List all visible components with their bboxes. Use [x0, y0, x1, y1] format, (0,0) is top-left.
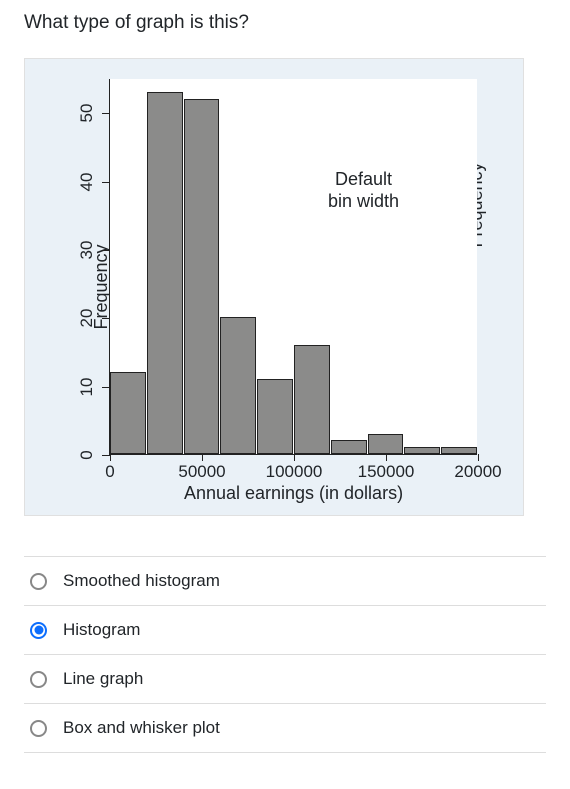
histogram-bar [404, 447, 440, 454]
option-label: Box and whisker plot [63, 718, 220, 738]
histogram-bar [220, 317, 256, 454]
option-row[interactable]: Histogram [24, 606, 546, 655]
histogram-bar [294, 345, 330, 454]
x-tick-label: 100000 [266, 462, 323, 482]
histogram-bar [184, 99, 220, 454]
x-axis-label: Annual earnings (in dollars) [184, 483, 403, 504]
plot-area: Default bin width 01020304050 0500001000… [109, 79, 477, 455]
x-tick-label: 20000 [454, 462, 501, 482]
chart-container: Frequency Frequency Default bin width 01… [24, 58, 524, 516]
y-tick [102, 113, 110, 114]
x-tick [294, 454, 295, 461]
y-tick-label: 50 [77, 102, 97, 124]
x-tick [478, 454, 479, 461]
option-label: Line graph [63, 669, 143, 689]
option-row[interactable]: Smoothed histogram [24, 557, 546, 606]
option-label: Histogram [63, 620, 140, 640]
y-tick-label: 40 [77, 171, 97, 193]
histogram-bar [331, 440, 367, 454]
option-label: Smoothed histogram [63, 571, 220, 591]
y-tick [102, 387, 110, 388]
x-tick [202, 454, 203, 461]
y-tick-label: 30 [77, 239, 97, 261]
radio-button[interactable] [30, 720, 47, 737]
y-tick [102, 318, 110, 319]
radio-button[interactable] [30, 573, 47, 590]
y-tick [102, 250, 110, 251]
x-tick [110, 454, 111, 461]
chart-annotation: Default bin width [328, 169, 399, 212]
x-tick-label: 50000 [178, 462, 225, 482]
x-tick-label: 150000 [358, 462, 415, 482]
histogram-bar [147, 92, 183, 454]
radio-button[interactable] [30, 671, 47, 688]
radio-button[interactable] [30, 622, 47, 639]
y-tick-label: 0 [77, 444, 97, 466]
y-tick [102, 455, 110, 456]
x-tick-label: 0 [105, 462, 114, 482]
question-text: What type of graph is this? [24, 12, 546, 34]
histogram-bar [368, 434, 404, 455]
annotation-text: Default bin width [328, 169, 399, 211]
histogram-bar [441, 447, 477, 454]
histogram-bar [257, 379, 293, 454]
y-tick-label: 10 [77, 376, 97, 398]
histogram-bar [110, 372, 146, 454]
x-tick [386, 454, 387, 461]
y-tick [102, 182, 110, 183]
option-row[interactable]: Line graph [24, 655, 546, 704]
options-list: Smoothed histogram Histogram Line graph Box… [24, 556, 546, 753]
option-row[interactable]: Box and whisker plot [24, 704, 546, 753]
y-tick-label: 20 [77, 307, 97, 329]
